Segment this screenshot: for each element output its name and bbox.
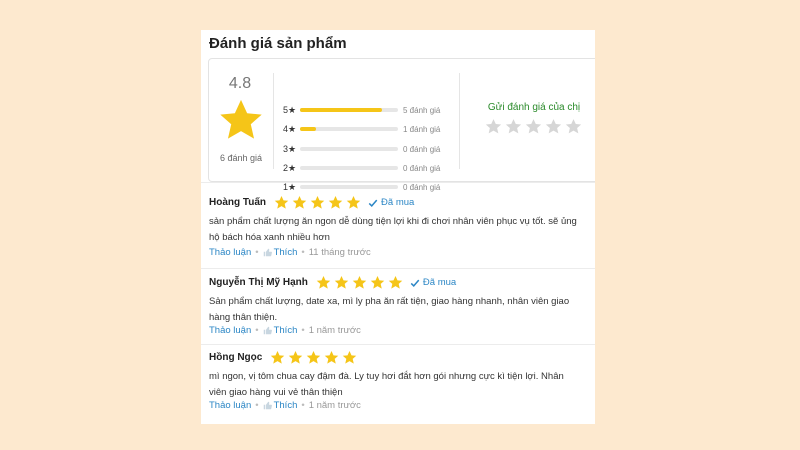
verified-badge: Đã mua	[368, 197, 414, 208]
bar-track	[300, 127, 398, 131]
bar-count: 0 đánh giá	[403, 163, 441, 173]
star-icon	[271, 350, 285, 364]
review-stars	[274, 195, 361, 210]
bar-track	[300, 147, 398, 151]
rating-bar-row[interactable]: 3★ 0 đánh giá	[283, 143, 453, 155]
star-icon	[316, 275, 331, 289]
review-actions: Thảo luận • Thích • 11 tháng trước	[209, 247, 371, 258]
rating-bar-row[interactable]: 5★ 5 đánh giá	[283, 104, 453, 116]
empty-star-icon[interactable]	[505, 118, 522, 135]
bar-track	[300, 108, 398, 112]
review-header: Nguyễn Thị Mỹ Hạnh Đã mua	[209, 275, 456, 290]
star-icon	[328, 195, 343, 209]
review-text: Sản phẩm chất lượng, date xa, mì ly pha …	[209, 296, 570, 323]
review-text: mì ngon, vị tôm chua cay đậm đà. Ly tuy …	[209, 371, 564, 398]
like-button[interactable]: Thích	[263, 247, 298, 258]
bar-label: 1★	[283, 181, 297, 192]
review-stars	[316, 275, 403, 290]
empty-star-icon[interactable]	[485, 118, 502, 135]
bar-label: 2★	[283, 162, 297, 173]
bar-fill	[300, 108, 382, 112]
discuss-link[interactable]: Thảo luận	[209, 247, 251, 258]
review-header: Hoàng Tuấn Đã mua	[209, 195, 414, 210]
discuss-link[interactable]: Thảo luận	[209, 325, 251, 336]
section-title: Đánh giá sản phẩm	[209, 35, 347, 52]
review-text: sản phẩm chất lượng ăn ngon dễ dùng tiện…	[209, 216, 577, 243]
bar-count: 0 đánh giá	[403, 182, 441, 192]
review-time: 1 năm trước	[308, 325, 361, 336]
divider	[459, 73, 460, 169]
product-reviews-panel: Đánh giá sản phẩm 4.8 6 đánh giá 5★ 5 đá…	[201, 30, 595, 424]
total-review-count: 6 đánh giá	[219, 153, 263, 163]
big-star-icon	[220, 99, 262, 139]
review-stars	[270, 350, 357, 365]
bar-label: 4★	[283, 123, 297, 134]
thumbs-up-icon	[263, 401, 272, 410]
star-icon	[334, 275, 349, 289]
star-icon	[274, 195, 289, 209]
star-icon	[388, 275, 403, 289]
verified-badge: Đã mua	[410, 277, 456, 288]
star-icon	[289, 350, 303, 364]
star-icon	[310, 195, 325, 209]
star-icon	[325, 350, 339, 364]
bar-count: 1 đánh giá	[403, 124, 441, 134]
bar-label: 5★	[283, 104, 297, 115]
separator-dot: •	[301, 400, 305, 411]
bar-fill	[300, 127, 317, 131]
thumbs-up-icon	[263, 326, 272, 335]
rating-bar-row[interactable]: 4★ 1 đánh giá	[283, 123, 453, 135]
divider	[201, 344, 595, 345]
bar-count: 5 đánh giá	[403, 105, 441, 115]
review-time: 1 năm trước	[308, 400, 361, 411]
reviewer-name: Nguyễn Thị Mỹ Hạnh	[209, 277, 308, 288]
bar-track	[300, 185, 398, 189]
star-icon	[343, 350, 357, 364]
average-rating: 4.8	[228, 75, 252, 92]
rating-summary: 4.8 6 đánh giá 5★ 5 đánh giá 4★ 1 đánh g…	[208, 58, 595, 192]
verified-label: Đã mua	[381, 197, 415, 208]
like-button[interactable]: Thích	[263, 325, 298, 336]
review-actions: Thảo luận • Thích • 1 năm trước	[209, 325, 361, 336]
bar-label: 3★	[283, 143, 297, 154]
check-icon	[368, 199, 378, 207]
reviewer-name: Hoàng Tuấn	[209, 197, 267, 208]
bar-count: 0 đánh giá	[403, 144, 441, 154]
star-icon	[370, 275, 385, 289]
like-label: Thích	[273, 247, 298, 258]
separator-dot: •	[301, 247, 305, 258]
empty-star-icon[interactable]	[545, 118, 562, 135]
star-icon	[292, 195, 307, 209]
check-icon	[410, 279, 420, 287]
star-icon	[346, 195, 361, 209]
discuss-link[interactable]: Thảo luận	[209, 400, 251, 411]
empty-star-icon[interactable]	[565, 118, 582, 135]
separator-dot: •	[255, 400, 259, 411]
review-actions: Thảo luận • Thích • 1 năm trước	[209, 400, 361, 411]
bar-track	[300, 166, 398, 170]
divider	[201, 182, 595, 183]
like-label: Thích	[273, 400, 298, 411]
reviewer-name: Hồng Ngọc	[209, 352, 263, 363]
rate-stars-input[interactable]	[485, 118, 582, 135]
divider	[201, 268, 595, 269]
divider	[273, 73, 274, 169]
review-time: 11 tháng trước	[308, 247, 371, 258]
like-button[interactable]: Thích	[263, 400, 298, 411]
send-review-label[interactable]: Gửi đánh giá của chị	[469, 102, 595, 113]
separator-dot: •	[301, 325, 305, 336]
thumbs-up-icon	[263, 248, 272, 257]
separator-dot: •	[255, 325, 259, 336]
review-header: Hồng Ngọc	[209, 350, 357, 365]
like-label: Thích	[273, 325, 298, 336]
star-icon	[352, 275, 367, 289]
verified-label: Đã mua	[422, 277, 457, 288]
empty-star-icon[interactable]	[525, 118, 542, 135]
star-icon	[307, 350, 321, 364]
separator-dot: •	[255, 247, 259, 258]
rating-bar-row[interactable]: 2★ 0 đánh giá	[283, 162, 453, 174]
